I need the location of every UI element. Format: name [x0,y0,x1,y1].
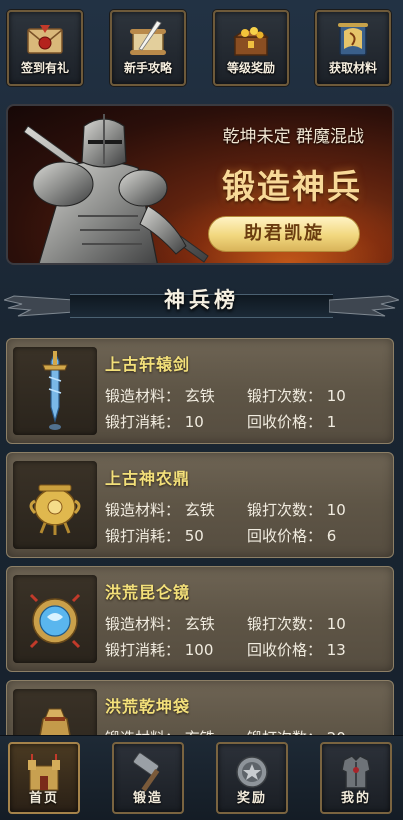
weapon-thumbnail [13,347,97,435]
bottom-nav: 首页 锻造 奖励 我的 [0,735,403,820]
quick-button-level-reward[interactable]: 等级奖励 [213,10,289,86]
section-title: 神兵榜 [164,287,239,312]
weapon-name: 洪荒昆仑镜 [105,583,191,602]
weapon-recycle-price: 回收价格： 1 [247,413,337,431]
mirror-icon [29,593,81,649]
nav-profile[interactable]: 我的 [320,742,392,814]
nav-label: 首页 [28,791,59,806]
weapon-cost: 锻打消耗： 50 [105,527,204,545]
weapon-forge-count: 锻打次数： 10 [247,615,346,633]
cauldron-icon [29,484,81,535]
nav-label: 我的 [340,791,371,806]
gift-letter-icon [27,25,63,54]
weapon-material: 锻造材料： 玄铁 [105,615,215,633]
weapon-thumbnail [13,575,97,663]
quick-menu: 签到有礼 新手攻略 等级奖励 获取材料 [0,10,403,90]
section-header: 神兵榜 [0,280,403,324]
quick-button-get-material[interactable]: 获取材料 [315,10,391,86]
banner-subtitle: 乾坤未定 群魔混战 [222,127,364,147]
banner-action-button[interactable]: 助君凯旋 [208,216,360,252]
forge-banner[interactable]: 乾坤未定 群魔混战 锻造神兵 助君凯旋 [6,104,394,265]
weapon-recycle-price: 回收价格： 13 [247,641,346,659]
pouch-icon [38,708,72,740]
nav-reward[interactable]: 奖励 [216,742,288,814]
sword-icon [42,351,68,430]
weapon-cost: 锻打消耗： 10 [105,413,204,431]
weapon-card[interactable]: 上古轩辕剑 锻造材料： 玄铁 锻打次数： 10 锻打消耗： 10 回收价格： 1 [6,338,394,444]
treasure-chest-icon [233,27,269,56]
weapon-name: 洪荒乾坤袋 [105,697,191,716]
nav-home[interactable]: 首页 [8,742,80,814]
quick-label: 等级奖励 [226,61,275,75]
weapon-list[interactable]: 上古轩辕剑 锻造材料： 玄铁 锻打次数： 10 锻打消耗： 10 回收价格： 1… [6,338,394,740]
quick-button-checkin[interactable]: 签到有礼 [7,10,83,86]
weapon-name: 上古轩辕剑 [105,355,191,374]
weapon-forge-count: 锻打次数： 10 [247,501,346,519]
knight-illustration [23,114,209,263]
quick-label: 新手攻略 [123,61,172,75]
weapon-cost: 锻打消耗： 100 [105,641,214,659]
banner-title: 锻造神兵 [222,167,362,206]
quick-label: 获取材料 [328,61,377,75]
nav-label: 锻造 [132,791,163,806]
weapon-recycle-price: 回收价格： 6 [247,527,337,545]
banner-flag-icon [338,23,368,56]
weapon-name: 上古神农鼎 [105,469,191,488]
nav-forge[interactable]: 锻造 [112,742,184,814]
scroll-quill-icon [130,20,166,55]
quick-label: 签到有礼 [20,61,69,75]
weapon-material: 锻造材料： 玄铁 [105,501,215,519]
weapon-material: 锻造材料： 玄铁 [105,387,215,405]
weapon-card[interactable]: 上古神农鼎 锻造材料： 玄铁 锻打次数： 10 锻打消耗： 50 回收价格： 6 [6,452,394,558]
quick-button-guide[interactable]: 新手攻略 [110,10,186,86]
nav-label: 奖励 [236,791,267,806]
weapon-thumbnail [13,461,97,549]
weapon-card[interactable]: 洪荒乾坤袋 锻造材料： 玄铁 锻打次数： 20 [6,680,394,740]
weapon-forge-count: 锻打次数： 10 [247,387,346,405]
weapon-thumbnail [13,689,97,740]
weapon-card[interactable]: 洪荒昆仑镜 锻造材料： 玄铁 锻打次数： 10 锻打消耗： 100 回收价格： … [6,566,394,672]
